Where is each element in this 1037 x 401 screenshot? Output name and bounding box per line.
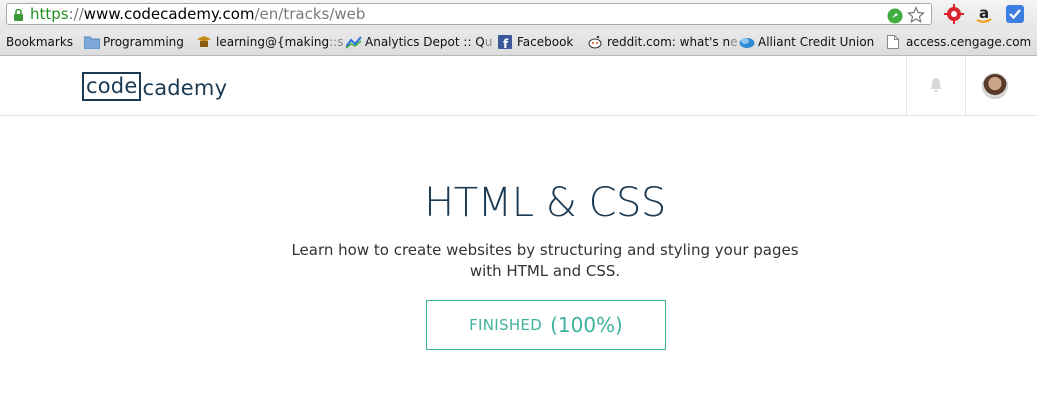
- page-icon: [887, 35, 901, 49]
- lock-icon: [13, 8, 24, 27]
- reddit-icon: [588, 35, 602, 49]
- status-percent: (100%): [550, 313, 623, 337]
- chart-line-icon: [345, 35, 362, 49]
- track-description: Learn how to create websites by structur…: [291, 241, 799, 280]
- browser-toolbar: https://www.codecademy.com/en/tracks/web…: [0, 0, 1037, 30]
- bookmark-analytics[interactable]: Analytics Depot :: Qu: [345, 35, 492, 49]
- svg-text:a: a: [979, 4, 989, 22]
- mortarboard-icon: [197, 35, 211, 49]
- star-icon[interactable]: [907, 6, 925, 29]
- extension-red-icon[interactable]: [944, 4, 964, 29]
- address-bar[interactable]: https://www.codecademy.com/en/tracks/web: [6, 3, 932, 25]
- status-label: FINISHED: [469, 316, 543, 334]
- svg-text:f: f: [503, 37, 509, 49]
- folder-icon: [83, 35, 101, 50]
- avatar: [982, 73, 1008, 99]
- bookmark-programming[interactable]: Programming: [83, 35, 184, 50]
- extension-green-icon[interactable]: [887, 8, 903, 29]
- site-header: code cademy: [0, 56, 1037, 116]
- notifications-button[interactable]: [906, 56, 966, 115]
- bookmarks-bar: Bookmarks Programming learning@{making::…: [0, 30, 1037, 56]
- codecademy-logo[interactable]: code cademy: [82, 72, 227, 101]
- bookmark-facebook[interactable]: f Facebook: [498, 35, 573, 51]
- bookmarks-menu[interactable]: Bookmarks: [6, 35, 73, 49]
- url-text: https://www.codecademy.com/en/tracks/web: [30, 5, 366, 23]
- bookmark-cengage[interactable]: access.cengage.com: [887, 35, 1031, 49]
- page-title: HTML & CSS: [424, 180, 666, 226]
- profile-menu-button[interactable]: [965, 56, 1028, 115]
- bookmark-learning[interactable]: learning@{making::s: [197, 35, 343, 49]
- bookmark-alliant[interactable]: Alliant Credit Union: [739, 35, 874, 49]
- bell-icon: [929, 77, 943, 98]
- logo-text: cademy: [142, 76, 228, 100]
- finished-status-button[interactable]: FINISHED (100%): [426, 300, 666, 350]
- extension-blue-icon[interactable]: [1005, 4, 1025, 29]
- alliant-icon: [739, 35, 755, 49]
- amazon-icon[interactable]: a: [974, 4, 994, 29]
- logo-box-text: code: [82, 72, 142, 101]
- facebook-icon: f: [498, 35, 512, 51]
- bookmark-reddit[interactable]: reddit.com: what's ne: [588, 35, 737, 49]
